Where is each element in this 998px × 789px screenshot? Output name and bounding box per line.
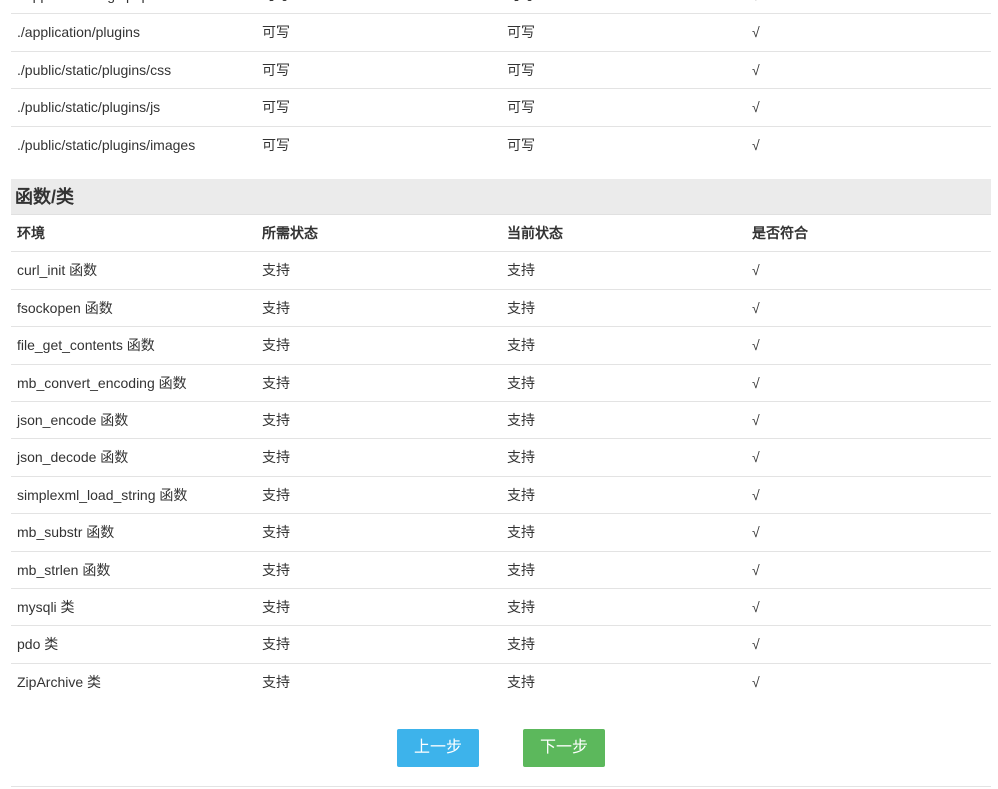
directory-path: ./application/plugins: [17, 24, 140, 41]
function-name: mysqli 类: [17, 598, 75, 615]
current-status: 可写: [507, 136, 535, 153]
current-status: 支持: [507, 524, 535, 541]
directory-path: ./application/tags.php: [17, 0, 149, 14]
check-mark-icon: √: [752, 24, 760, 41]
check-mark-icon: √: [752, 598, 760, 615]
current-status: 支持: [507, 411, 535, 428]
table-row: json_encode 函数 支持 支持 √: [11, 402, 991, 440]
check-mark-icon: √: [752, 561, 760, 578]
check-mark-icon: √: [752, 486, 760, 503]
required-status: 支持: [262, 262, 290, 279]
current-status: 支持: [507, 598, 535, 615]
column-header-ok: 是否符合: [752, 225, 808, 241]
required-status: 支持: [262, 449, 290, 466]
current-status: 支持: [507, 299, 535, 316]
section-title: 函数/类: [11, 179, 991, 215]
table-row: mysqli 类 支持 支持 √: [11, 589, 991, 627]
check-mark-icon: √: [752, 99, 760, 116]
function-name: json_encode 函数: [17, 411, 129, 428]
step-buttons: 上一步 下一步: [11, 729, 991, 767]
current-status: 支持: [507, 636, 535, 653]
table-row: curl_init 函数 支持 支持 √: [11, 252, 991, 290]
function-name: mb_convert_encoding 函数: [17, 374, 187, 391]
directory-path: ./public/static/plugins/css: [17, 61, 172, 78]
functions-section: 函数/类 环境 所需状态 当前状态 是否符合 curl_init 函数 支持 支…: [11, 179, 991, 701]
function-name: ZipArchive 类: [17, 673, 102, 690]
required-status: 支持: [262, 411, 290, 428]
check-mark-icon: √: [752, 262, 760, 279]
required-status: 支持: [262, 524, 290, 541]
column-header-env: 环境: [17, 225, 45, 241]
required-status: 支持: [262, 337, 290, 354]
check-mark-icon: √: [752, 0, 760, 14]
required-status: 支持: [262, 636, 290, 653]
required-status: 可写: [262, 61, 290, 78]
column-header-required: 所需状态: [262, 225, 318, 241]
check-mark-icon: √: [752, 524, 760, 541]
table-row: ./application/tags.php 可写 可写 √: [11, 0, 991, 15]
table-row: ZipArchive 类 支持 支持 √: [11, 664, 991, 701]
required-status: 支持: [262, 374, 290, 391]
table-row: mb_convert_encoding 函数 支持 支持 √: [11, 365, 991, 402]
current-status: 支持: [507, 374, 535, 391]
next-step-button[interactable]: 下一步: [523, 729, 605, 767]
function-name: fsockopen 函数: [17, 299, 113, 316]
current-status: 支持: [507, 262, 535, 279]
required-status: 支持: [262, 673, 290, 690]
table-row: simplexml_load_string 函数 支持 支持 √: [11, 477, 991, 515]
column-header-current: 当前状态: [507, 225, 563, 241]
function-name: file_get_contents 函数: [17, 337, 155, 354]
required-status: 可写: [262, 0, 290, 14]
directory-permission-table: ./application/tags.php 可写 可写 √ ./applica…: [11, 0, 991, 164]
table-row: json_decode 函数 支持 支持 √: [11, 439, 991, 477]
table-row: ./application/plugins 可写 可写 √: [11, 14, 991, 52]
table-row: ./public/static/plugins/images 可写 可写 √: [11, 127, 991, 164]
function-name: mb_substr 函数: [17, 524, 115, 541]
current-status: 可写: [507, 99, 535, 116]
table-row: mb_substr 函数 支持 支持 √: [11, 514, 991, 552]
directory-path: ./public/static/plugins/images: [17, 136, 196, 153]
current-status: 支持: [507, 673, 535, 690]
current-status: 可写: [507, 0, 535, 14]
check-mark-icon: √: [752, 61, 760, 78]
check-mark-icon: √: [752, 411, 760, 428]
function-name: pdo 类: [17, 636, 59, 653]
function-name: mb_strlen 函数: [17, 561, 111, 578]
required-status: 支持: [262, 598, 290, 615]
function-name: simplexml_load_string 函数: [17, 486, 188, 503]
table-row: fsockopen 函数 支持 支持 √: [11, 290, 991, 328]
required-status: 支持: [262, 561, 290, 578]
current-status: 可写: [507, 24, 535, 41]
current-status: 支持: [507, 561, 535, 578]
directory-path: ./public/static/plugins/js: [17, 99, 161, 116]
required-status: 支持: [262, 486, 290, 503]
function-name: curl_init 函数: [17, 262, 98, 279]
required-status: 支持: [262, 299, 290, 316]
current-status: 支持: [507, 337, 535, 354]
check-mark-icon: √: [752, 449, 760, 466]
current-status: 支持: [507, 486, 535, 503]
prev-step-button[interactable]: 上一步: [397, 729, 479, 767]
footer-divider: [11, 786, 991, 787]
table-row: mb_strlen 函数 支持 支持 √: [11, 552, 991, 589]
check-mark-icon: √: [752, 299, 760, 316]
required-status: 可写: [262, 24, 290, 41]
table-row: pdo 类 支持 支持 √: [11, 626, 991, 664]
current-status: 支持: [507, 449, 535, 466]
required-status: 可写: [262, 136, 290, 153]
check-mark-icon: √: [752, 337, 760, 354]
table-row: ./public/static/plugins/js 可写 可写 √: [11, 89, 991, 127]
check-mark-icon: √: [752, 636, 760, 653]
table-row: ./public/static/plugins/css 可写 可写 √: [11, 52, 991, 90]
check-mark-icon: √: [752, 136, 760, 153]
required-status: 可写: [262, 99, 290, 116]
check-mark-icon: √: [752, 374, 760, 391]
current-status: 可写: [507, 61, 535, 78]
table-row: file_get_contents 函数 支持 支持 √: [11, 327, 991, 365]
table-header-row: 环境 所需状态 当前状态 是否符合: [11, 215, 991, 253]
check-mark-icon: √: [752, 673, 760, 690]
function-name: json_decode 函数: [17, 449, 129, 466]
